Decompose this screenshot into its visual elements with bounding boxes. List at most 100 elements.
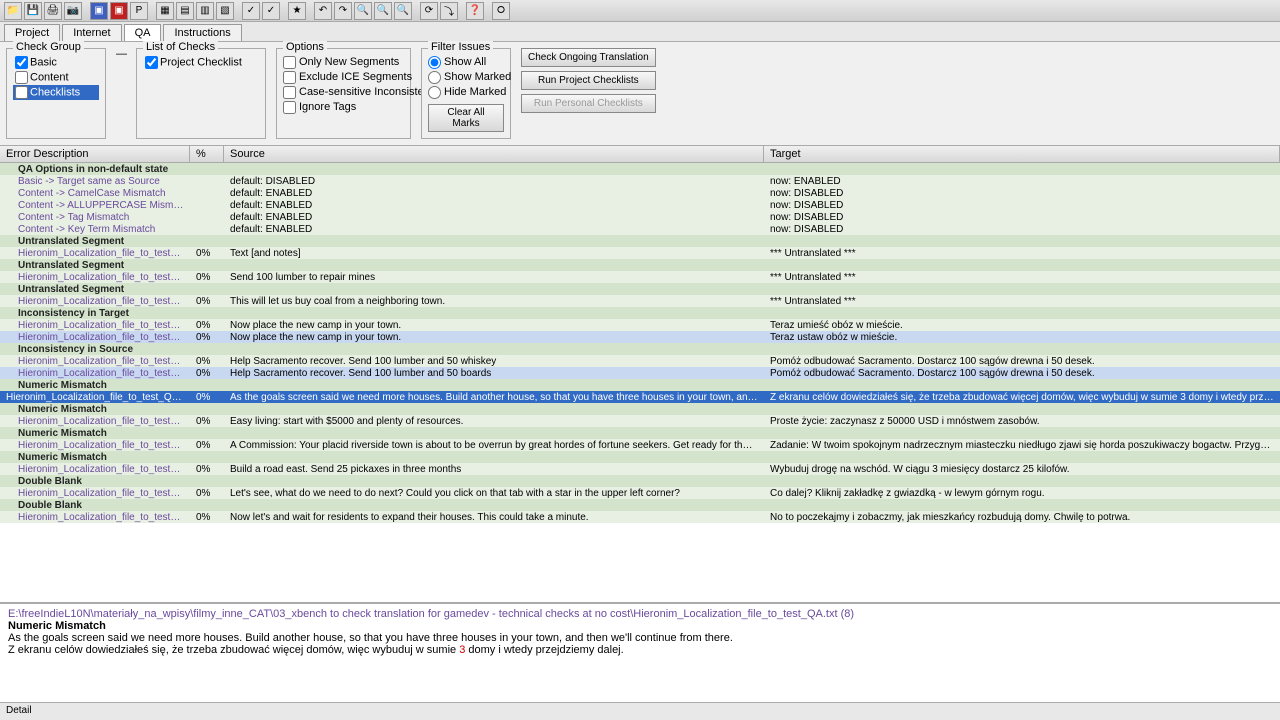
table-row[interactable]: Untranslated Segment (0, 283, 1280, 295)
check-content-box[interactable] (15, 71, 28, 84)
tb-check1-icon[interactable]: ✓ (242, 2, 260, 20)
check-basic[interactable]: Basic (13, 55, 99, 70)
cell-target: Teraz umieść obóz w mieście. (764, 320, 1280, 331)
filter-show-marked[interactable]: Show Marked (428, 70, 504, 85)
tb-export-icon[interactable]: ⤵ (440, 2, 458, 20)
tb-grid3-icon[interactable]: ▥ (196, 2, 214, 20)
cell-desc: Hieronim_Localization_file_to_test_QA... (0, 416, 190, 427)
opt-ignore-tags[interactable]: Ignore Tags (283, 100, 404, 115)
table-row[interactable]: QA Options in non-default state (0, 163, 1280, 175)
cell-pct: 0% (190, 332, 224, 343)
opt-exclude-ice[interactable]: Exclude ICE Segments (283, 70, 404, 85)
table-row[interactable]: Hieronim_Localization_file_to_test_QA...… (0, 391, 1280, 403)
table-row[interactable]: Double Blank (0, 499, 1280, 511)
table-row[interactable]: Untranslated Segment (0, 235, 1280, 247)
tb-red-icon[interactable]: ▣ (110, 2, 128, 20)
table-row[interactable]: Hieronim_Localization_file_to_test_QA...… (0, 331, 1280, 343)
table-row[interactable]: Inconsistency in Target (0, 307, 1280, 319)
table-row[interactable]: Hieronim_Localization_file_to_test_QA...… (0, 511, 1280, 523)
table-row[interactable]: Hieronim_Localization_file_to_test_QA...… (0, 439, 1280, 451)
project-checklist-box[interactable] (145, 56, 158, 69)
col-error-desc[interactable]: Error Description (0, 146, 190, 162)
table-row[interactable]: Double Blank (0, 475, 1280, 487)
table-row[interactable]: Hieronim_Localization_file_to_test_QA...… (0, 355, 1280, 367)
filter-show-all[interactable]: Show All (428, 55, 504, 70)
col-percent[interactable]: % (190, 146, 224, 162)
check-project-checklist[interactable]: Project Checklist (143, 55, 259, 70)
table-row[interactable]: Hieronim_Localization_file_to_test_QA...… (0, 319, 1280, 331)
tb-undo-icon[interactable]: ↶ (314, 2, 332, 20)
col-source[interactable]: Source (224, 146, 764, 162)
tb-findnext-icon[interactable]: 🔍 (374, 2, 392, 20)
table-row[interactable]: Hieronim_Localization_file_to_test_QA...… (0, 295, 1280, 307)
tb-findprev-icon[interactable]: 🔍 (394, 2, 412, 20)
clear-marks-button[interactable]: Clear All Marks (428, 104, 504, 132)
col-target[interactable]: Target (764, 146, 1280, 162)
tb-p-icon[interactable]: P (130, 2, 148, 20)
tb-refresh-icon[interactable]: ⟳ (420, 2, 438, 20)
table-row[interactable]: Numeric Mismatch (0, 427, 1280, 439)
table-row[interactable]: Content -> Key Term Mismatchdefault: ENA… (0, 223, 1280, 235)
cell-desc: Content -> Key Term Mismatch (0, 224, 190, 235)
cell-source: Help Sacramento recover. Send 100 lumber… (224, 356, 764, 367)
check-content[interactable]: Content (13, 70, 99, 85)
check-checklists-box[interactable] (15, 86, 28, 99)
table-row[interactable]: Numeric Mismatch (0, 403, 1280, 415)
tb-grid4-icon[interactable]: ▧ (216, 2, 234, 20)
cell-pct: 0% (190, 296, 224, 307)
table-row[interactable]: Content -> Tag Mismatchdefault: ENABLEDn… (0, 211, 1280, 223)
tab-instructions[interactable]: Instructions (163, 24, 241, 41)
cell-desc: Untranslated Segment (0, 284, 190, 295)
tb-print-icon[interactable]: 🖨 (44, 2, 62, 20)
tb-help-icon[interactable]: ❓ (466, 2, 484, 20)
table-row[interactable]: Hieronim_Localization_file_to_test_QA...… (0, 367, 1280, 379)
table-row[interactable]: Inconsistency in Source (0, 343, 1280, 355)
tb-blue-icon[interactable]: ▣ (90, 2, 108, 20)
cell-source: A Commission: Your placid riverside town… (224, 440, 764, 451)
table-row[interactable]: Basic -> Target same as Sourcedefault: D… (0, 175, 1280, 187)
tab-project[interactable]: Project (4, 24, 60, 41)
tab-internet[interactable]: Internet (62, 24, 121, 41)
opt-only-new[interactable]: Only New Segments (283, 55, 404, 70)
tb-redo-icon[interactable]: ↷ (334, 2, 352, 20)
results-table: Error Description % Source Target QA Opt… (0, 146, 1280, 602)
table-body[interactable]: QA Options in non-default stateBasic -> … (0, 163, 1280, 602)
table-row[interactable]: Content -> ALLUPPERCASE Mismatchdefault:… (0, 199, 1280, 211)
table-row[interactable]: Hieronim_Localization_file_to_test_QA...… (0, 247, 1280, 259)
table-row[interactable]: Content -> CamelCase Mismatchdefault: EN… (0, 187, 1280, 199)
cell-target: Pomóż odbudować Sacramento. Dostarcz 100… (764, 368, 1280, 379)
table-row[interactable]: Hieronim_Localization_file_to_test_QA...… (0, 415, 1280, 427)
tb-star-icon[interactable]: ★ (288, 2, 306, 20)
cell-source: As the goals screen said we need more ho… (224, 392, 764, 403)
tb-capture-icon[interactable]: 📷 (64, 2, 82, 20)
tb-save-icon[interactable]: 💾 (24, 2, 42, 20)
check-checklists[interactable]: Checklists (13, 85, 99, 100)
table-row[interactable]: Hieronim_Localization_file_to_test_QA...… (0, 271, 1280, 283)
opt-case-sensitive[interactable]: Case-sensitive Inconsistencies (283, 85, 404, 100)
filter-hide-marked[interactable]: Hide Marked (428, 85, 504, 100)
cell-source: Now let's and wait for residents to expa… (224, 512, 764, 523)
table-row[interactable]: Hieronim_Localization_file_to_test_QA...… (0, 487, 1280, 499)
table-row[interactable]: Untranslated Segment (0, 259, 1280, 271)
cell-desc: Inconsistency in Source (0, 344, 190, 355)
tab-qa[interactable]: QA (124, 24, 162, 41)
main-tabs: Project Internet QA Instructions (0, 22, 1280, 42)
tb-power-icon[interactable]: ⭘ (492, 2, 510, 20)
check-ongoing-button[interactable]: Check Ongoing Translation (521, 48, 656, 67)
cell-target: *** Untranslated *** (764, 272, 1280, 283)
cell-desc: Inconsistency in Target (0, 308, 190, 319)
run-personal-button[interactable]: Run Personal Checklists (521, 94, 656, 113)
run-project-button[interactable]: Run Project Checklists (521, 71, 656, 90)
check-basic-box[interactable] (15, 56, 28, 69)
table-row[interactable]: Numeric Mismatch (0, 451, 1280, 463)
table-row[interactable]: Hieronim_Localization_file_to_test_QA...… (0, 463, 1280, 475)
tb-check2-icon[interactable]: ✓ (262, 2, 280, 20)
check-group-title: Check Group (13, 41, 84, 53)
tb-find-icon[interactable]: 🔍 (354, 2, 372, 20)
tb-grid2-icon[interactable]: ▤ (176, 2, 194, 20)
cell-target: Z ekranu celów dowiedziałeś się, że trze… (764, 392, 1280, 403)
tb-open-icon[interactable]: 📁 (4, 2, 22, 20)
cell-desc: Hieronim_Localization_file_to_test_QA... (0, 356, 190, 367)
tb-grid1-icon[interactable]: ▦ (156, 2, 174, 20)
table-row[interactable]: Numeric Mismatch (0, 379, 1280, 391)
